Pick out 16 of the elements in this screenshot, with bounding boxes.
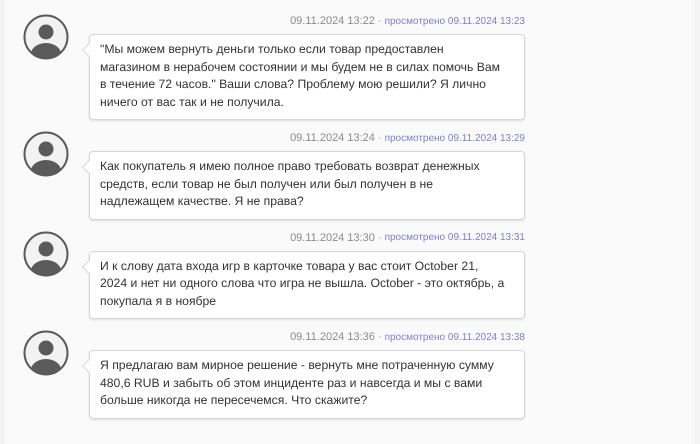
message-time: 09.11.2024 13:22	[290, 15, 375, 27]
separator-dot: ·	[378, 232, 382, 244]
separator-dot: ·	[378, 15, 382, 27]
seen-status: просмотрено 09.11.2024 13:23	[384, 16, 525, 26]
separator-dot: ·	[378, 331, 382, 343]
seen-status: просмотрено 09.11.2024 13:38	[384, 332, 525, 342]
message-time: 09.11.2024 13:24	[290, 132, 375, 144]
message-text: Как покупатель я имею полное право требовать возврат денежных средств, если товар не был получен или был получен в не надлежащем качестве. Я не права?	[100, 158, 481, 210]
message-time: 09.11.2024 13:36	[290, 331, 375, 343]
seen-status: просмотрено 09.11.2024 13:31	[384, 232, 525, 243]
message-text: Я предлагаю вам мирное решение - вернуть мне потраченную сумму 480,6 RUB и забыть об этом инциденте раз и навсегда и мы с вами больше никогда не пересечемся. Что скажите?	[100, 357, 495, 409]
separator-dot: ·	[378, 132, 382, 144]
seen-status: просмотрено 09.11.2024 13:29	[384, 132, 525, 144]
message-text: "Мы можем вернуть деньги только если товар предоставлен магазином в нерабочем состоянии и мы будем не в силах помочь Вам в течение 72 часов." Ваши слова? Проблему мою решили? Я лично ничего от вас так и не получила.	[100, 41, 502, 110]
message-text: И к слову дата входа игр в карточке товара у вас стоит October 21, 2024 и нет ни одного слова что игра не вышла. October - это октябрь, а покупала я в ноябре	[100, 258, 506, 310]
message-time: 09.11.2024 13:30	[290, 232, 375, 244]
